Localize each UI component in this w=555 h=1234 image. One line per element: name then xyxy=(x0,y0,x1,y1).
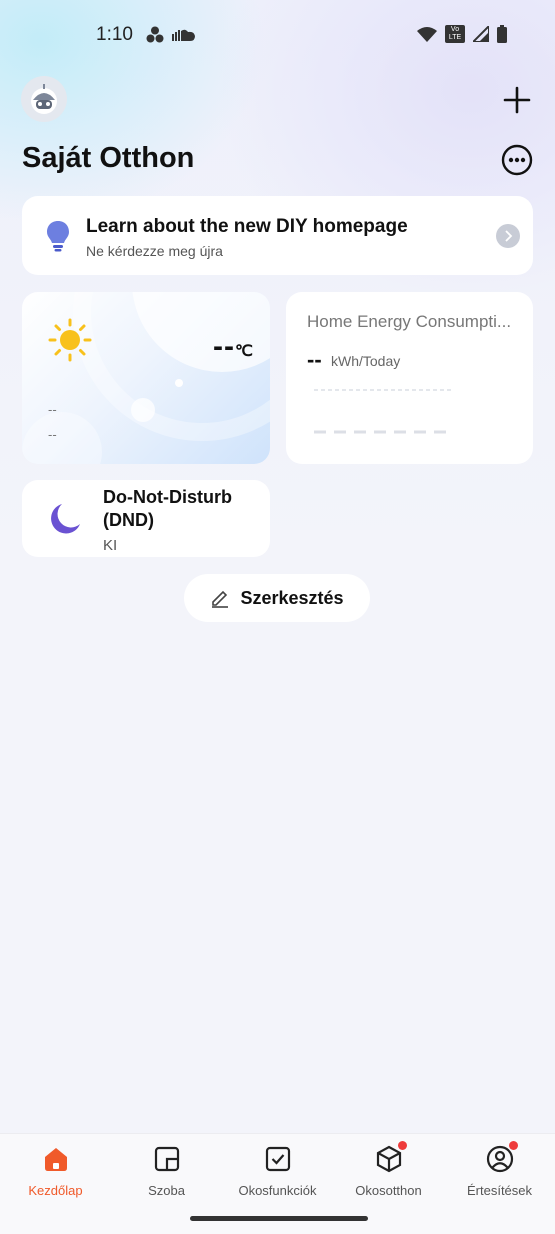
nav-item-home[interactable]: Kezdőlap xyxy=(0,1144,111,1198)
notification-badge-dot xyxy=(508,1141,518,1150)
temperature-number: -- xyxy=(213,330,236,363)
dots-app-icon xyxy=(146,26,164,43)
energy-value: -- xyxy=(307,347,322,372)
banner-arrow-button[interactable] xyxy=(496,224,520,248)
nav-label-smart-home: Okosotthon xyxy=(355,1183,422,1198)
diy-homepage-banner[interactable]: Learn about the new DIY homepage Ne kérd… xyxy=(22,196,533,275)
notification-badge-dot xyxy=(397,1141,407,1150)
robot-avatar-icon xyxy=(31,84,57,114)
weather-detail-1: -- xyxy=(48,402,57,417)
chevron-right-icon xyxy=(505,230,513,242)
avatar[interactable] xyxy=(21,76,67,122)
energy-unit: kWh/Today xyxy=(331,353,401,369)
checkbox-icon xyxy=(263,1144,293,1174)
nav-label-room: Szoba xyxy=(148,1183,185,1198)
add-button[interactable] xyxy=(500,83,534,117)
room-icon xyxy=(152,1144,182,1174)
temperature-value: --℃ xyxy=(213,330,254,364)
energy-title: Home Energy Consumpti... xyxy=(307,312,512,331)
status-system-icons: Vo LTE xyxy=(417,25,507,43)
energy-placeholder-lines xyxy=(314,389,454,434)
nav-label-smart-functions: Okosfunkciók xyxy=(238,1183,317,1198)
more-icon xyxy=(501,144,533,176)
nav-item-smart-functions[interactable]: Okosfunkciók xyxy=(222,1144,333,1198)
nav-label-notifications: Értesítések xyxy=(466,1183,533,1198)
energy-consumption-card[interactable]: Home Energy Consumpti... -- kWh/Today xyxy=(286,292,533,464)
edit-button[interactable]: Szerkesztés xyxy=(184,574,370,622)
nav-item-notifications[interactable]: Értesítések xyxy=(444,1141,555,1198)
home-indicator[interactable] xyxy=(190,1216,368,1221)
banner-dismiss-link[interactable]: Ne kérdezze meg újra xyxy=(86,243,223,259)
lightbulb-icon xyxy=(47,221,69,252)
profile-icon xyxy=(485,1141,518,1174)
volte-badge: Vo LTE xyxy=(445,25,465,43)
volte-badge-text: Vo LTE xyxy=(448,26,462,41)
weather-detail-2: -- xyxy=(48,427,57,442)
nav-label-home: Kezdőlap xyxy=(28,1183,83,1198)
dnd-status: KI xyxy=(103,537,118,554)
pencil-icon xyxy=(212,590,229,608)
status-app-icons xyxy=(146,26,196,44)
weather-card[interactable]: --℃ -- -- xyxy=(22,292,270,464)
edit-button-label: Szerkesztés xyxy=(240,587,344,608)
battery-icon xyxy=(497,25,507,43)
nav-item-room[interactable]: Szoba xyxy=(111,1144,222,1198)
dnd-card[interactable]: Do-Not-Disturb (DND) KI xyxy=(22,480,270,557)
banner-title: Learn about the new DIY homepage xyxy=(86,216,408,237)
plus-icon xyxy=(503,86,531,114)
soundcloud-icon xyxy=(172,29,195,41)
sun-icon xyxy=(48,318,92,362)
home-icon xyxy=(41,1144,71,1174)
moon-icon xyxy=(51,504,80,534)
cube-icon xyxy=(374,1141,407,1174)
page-title: Saját Otthon xyxy=(22,142,195,174)
signal-icon xyxy=(473,26,489,42)
wifi-icon xyxy=(417,27,437,42)
more-options-button[interactable] xyxy=(500,143,534,177)
temperature-unit: ℃ xyxy=(235,343,254,360)
status-time: 1:10 xyxy=(96,24,133,45)
dnd-title: Do-Not-Disturb (DND) xyxy=(103,487,232,530)
nav-item-smart-home[interactable]: Okosotthon xyxy=(333,1141,444,1198)
